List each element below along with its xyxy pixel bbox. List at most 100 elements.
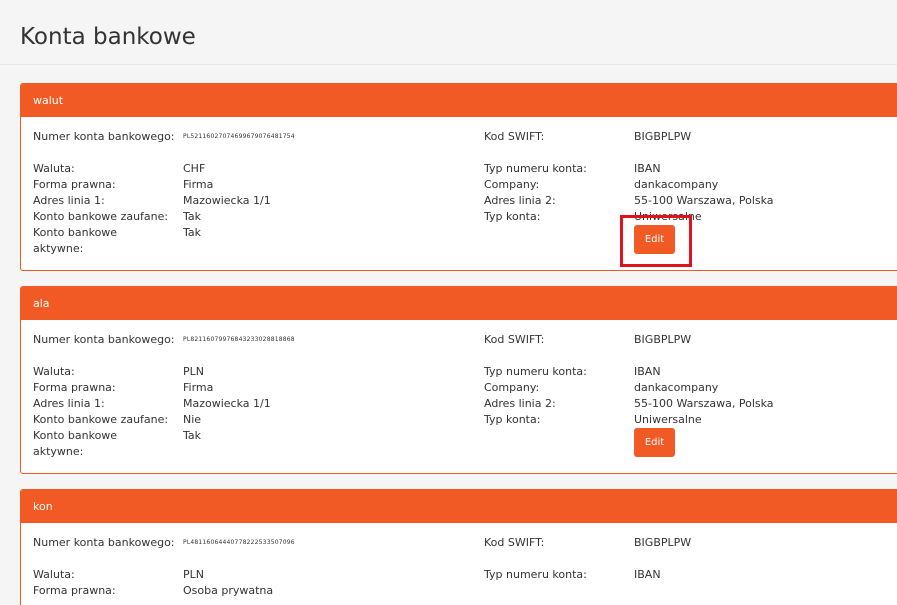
field-label: Kod SWIFT:: [484, 130, 545, 143]
edit-button[interactable]: Edit: [634, 225, 675, 254]
field-value: Tak: [183, 210, 202, 223]
card-body: Numer konta bankowego: PL8211607997684323…: [21, 320, 897, 473]
field-value: Nie: [183, 413, 202, 426]
field-value: dankacompany: [634, 178, 719, 191]
field-label: Company:: [484, 178, 540, 191]
field-label: Konto bankowe zaufane:: [33, 413, 169, 426]
account-details-right: Kod SWIFT: BIGBPLPW Typ numeru konta: IBAN: [484, 535, 691, 583]
field-label: Kod SWIFT:: [484, 536, 545, 549]
card-header: kon: [21, 490, 897, 523]
field-label: Konto bankowe zaufane:: [33, 210, 169, 223]
field-row: Typ konta: Uniwersalne: [484, 209, 774, 225]
page-title: Konta bankowe: [20, 24, 196, 50]
field-row: Kod SWIFT: BIGBPLPW: [484, 332, 774, 364]
card-body: Numer konta bankowego: PL4811606444077822…: [21, 523, 897, 605]
title-divider: [0, 64, 897, 65]
field-value: BIGBPLPW: [634, 536, 692, 549]
field-value: Uniwersalne: [634, 413, 702, 426]
account-details-right: Kod SWIFT: BIGBPLPW Typ numeru konta: IBAN…: [484, 332, 774, 428]
field-label: Adres linia 1:: [33, 397, 105, 410]
field-row: Adres linia 2: 55-100 Warszawa, Polska: [484, 193, 774, 209]
bank-account-card: walut Numer konta bankowego: PL5211602707…: [20, 83, 897, 271]
field-label: Waluta:: [33, 162, 75, 175]
field-value: IBAN: [634, 365, 661, 378]
field-label: Waluta:: [33, 568, 75, 581]
field-value: Mazowiecka 1/1: [183, 397, 271, 410]
field-value: Mazowiecka 1/1: [183, 194, 271, 207]
bank-accounts-page: Konta bankowe walut Numer konta bankoweg…: [0, 0, 897, 605]
account-details-left: Numer konta bankowego: PL4811606444077822…: [33, 535, 295, 599]
field-value: Tak: [183, 429, 202, 442]
field-label: Company:: [484, 381, 540, 394]
edit-button[interactable]: Edit: [634, 428, 675, 457]
field-value: 55-100 Warszawa, Polska: [634, 397, 774, 410]
field-row: Waluta: PLN: [33, 364, 295, 380]
field-label: Typ numeru konta:: [484, 568, 587, 581]
field-row: Typ konta: Uniwersalne: [484, 412, 774, 428]
field-row: Company: dankacompany: [484, 177, 774, 193]
card-header: walut: [21, 84, 897, 117]
field-value: dankacompany: [634, 381, 719, 394]
field-label: Adres linia 1:: [33, 194, 105, 207]
account-number-value: PL48116064440778222533507096: [183, 539, 295, 546]
field-row: Forma prawna: Firma: [33, 380, 295, 396]
field-row: Typ numeru konta: IBAN: [484, 364, 774, 380]
field-label: Forma prawna:: [33, 178, 116, 191]
field-row: Forma prawna: Firma: [33, 177, 295, 193]
field-label: Konto bankowe aktywne:: [33, 226, 118, 255]
field-row: Konto bankowe zaufane: Nie: [33, 412, 295, 428]
account-details-left: Numer konta bankowego: PL8211607997684323…: [33, 332, 295, 460]
field-row: Numer konta bankowego: PL8211607997684323…: [33, 332, 295, 364]
field-label: Forma prawna:: [33, 584, 116, 597]
field-row: Typ numeru konta: IBAN: [484, 161, 774, 177]
field-value: 55-100 Warszawa, Polska: [634, 194, 774, 207]
field-row: Konto bankowe aktywne: Tak: [33, 428, 295, 460]
field-label: Numer konta bankowego:: [33, 333, 175, 346]
field-value: Firma: [183, 381, 214, 394]
field-value: IBAN: [634, 162, 661, 175]
field-value: BIGBPLPW: [634, 333, 692, 346]
field-label: Waluta:: [33, 365, 75, 378]
field-row: Waluta: CHF: [33, 161, 295, 177]
field-row: Kod SWIFT: BIGBPLPW: [484, 129, 774, 161]
field-value: IBAN: [634, 568, 661, 581]
field-row: Company: dankacompany: [484, 380, 774, 396]
field-row: Konto bankowe aktywne: Tak: [33, 225, 295, 257]
field-label: Numer konta bankowego:: [33, 130, 175, 143]
field-label: Konto bankowe aktywne:: [33, 429, 118, 458]
field-row: Numer konta bankowego: PL5211602707469967…: [33, 129, 295, 161]
field-row: Adres linia 1: Mazowiecka 1/1: [33, 396, 295, 412]
field-row: Forma prawna: Osoba prywatna: [33, 583, 295, 599]
account-details-right: Kod SWIFT: BIGBPLPW Typ numeru konta: IBAN…: [484, 129, 774, 225]
field-row: Konto bankowe zaufane: Tak: [33, 209, 295, 225]
field-value: Uniwersalne: [634, 210, 702, 223]
field-label: Adres linia 2:: [484, 397, 556, 410]
field-value: CHF: [183, 162, 206, 175]
card-body: Numer konta bankowego: PL5211602707469967…: [21, 117, 897, 270]
bank-account-card: ala Numer konta bankowego: PL821160799768…: [20, 286, 897, 474]
field-row: Waluta: PLN: [33, 567, 295, 583]
account-details-left: Numer konta bankowego: PL5211602707469967…: [33, 129, 295, 257]
card-header: ala: [21, 287, 897, 320]
field-value: Tak: [183, 226, 202, 239]
field-label: Adres linia 2:: [484, 194, 556, 207]
field-label: Typ numeru konta:: [484, 365, 587, 378]
field-row: Adres linia 1: Mazowiecka 1/1: [33, 193, 295, 209]
field-label: Forma prawna:: [33, 381, 116, 394]
field-value: Osoba prywatna: [183, 584, 274, 597]
field-label: Typ numeru konta:: [484, 162, 587, 175]
account-number-value: PL82116079976843233028818868: [183, 336, 295, 343]
account-number-value: PL52116027074699679076481754: [183, 133, 295, 140]
field-value: PLN: [183, 365, 204, 378]
field-row: Adres linia 2: 55-100 Warszawa, Polska: [484, 396, 774, 412]
field-row: Typ numeru konta: IBAN: [484, 567, 691, 583]
field-value: Firma: [183, 178, 214, 191]
field-label: Typ konta:: [484, 413, 541, 426]
bank-account-card: kon Numer konta bankowego: PL481160644407…: [20, 489, 897, 605]
field-value: PLN: [183, 568, 204, 581]
field-row: Kod SWIFT: BIGBPLPW: [484, 535, 691, 567]
field-value: BIGBPLPW: [634, 130, 692, 143]
field-label: Numer konta bankowego:: [33, 536, 175, 549]
field-row: Numer konta bankowego: PL4811606444077822…: [33, 535, 295, 567]
field-label: Typ konta:: [484, 210, 541, 223]
